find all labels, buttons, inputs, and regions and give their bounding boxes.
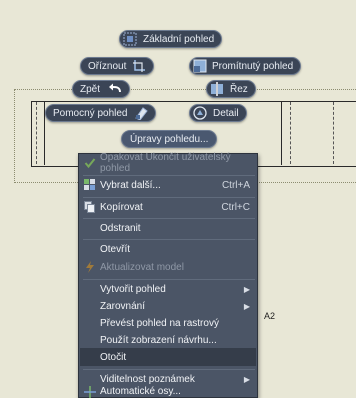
centerline-icon [80, 386, 100, 398]
view-boundary-left [14, 89, 15, 183]
projected-view-button[interactable]: Promítnutý pohled [189, 57, 302, 75]
hidden-line [290, 102, 291, 164]
menu-item-convert-raster[interactable]: Převést pohled na rastrový [80, 314, 256, 332]
back-label: Zpět [80, 83, 101, 95]
menu-item-rotate[interactable]: Otočit [80, 348, 256, 366]
copy-icon [80, 201, 100, 213]
menu-item-update-model: Aktualizovat model [80, 258, 256, 276]
base-view-icon [123, 32, 137, 46]
auxiliary-view-icon [134, 106, 148, 120]
edit-view-label: Úpravy pohledu... [130, 133, 209, 145]
section-view-icon [210, 82, 224, 96]
auxiliary-view-button[interactable]: Pomocný pohled [45, 104, 156, 122]
menu-item-select-more[interactable]: Vybrat další... Ctrl+A [80, 176, 256, 194]
view-boundary-top [14, 89, 356, 90]
back-arrow-icon [108, 82, 122, 96]
menu-item-open[interactable]: Otevřít [80, 240, 256, 258]
crop-icon [132, 59, 146, 73]
menu-item-alignment[interactable]: Zarovnání ▶ [80, 297, 256, 315]
back-button[interactable]: Zpět [72, 80, 131, 98]
select-grid-icon [80, 179, 100, 191]
submenu-arrow-icon: ▶ [243, 374, 250, 384]
projected-view-label: Promítnutý pohled [212, 60, 294, 72]
section-label: Řez [230, 83, 248, 95]
sheet-zone-label: A2 [264, 311, 276, 321]
context-menu: Opakovat Ukončit uživatelský pohled Vybr… [78, 152, 258, 398]
menu-item-repeat: Opakovat Ukončit uživatelský pohled [80, 152, 256, 174]
detail-label: Detail [213, 107, 239, 119]
projected-view-icon [193, 59, 207, 73]
detail-view-icon [193, 106, 207, 120]
crop-label: Oříznout [88, 60, 127, 72]
menu-item-automatic-centerlines[interactable]: Automatické osy... [80, 386, 256, 398]
auxiliary-view-label: Pomocný pohled [53, 107, 128, 119]
menu-item-use-design-view[interactable]: Použít zobrazení návrhu... [80, 331, 256, 349]
crop-button[interactable]: Oříznout [80, 57, 155, 75]
base-view-label: Základní pohled [143, 33, 215, 45]
checkmark-icon [80, 157, 100, 169]
menu-item-delete[interactable]: Odstranit [80, 219, 256, 237]
section-button[interactable]: Řez [206, 80, 256, 98]
submenu-arrow-icon: ▶ [243, 301, 250, 311]
base-view-button[interactable]: Základní pohled [119, 30, 223, 48]
detail-button[interactable]: Detail [189, 104, 247, 122]
hidden-line [36, 102, 37, 164]
hidden-line [333, 102, 334, 164]
lightning-icon [80, 261, 100, 273]
edit-view-button[interactable]: Úpravy pohledu... [121, 130, 218, 148]
menu-item-create-view[interactable]: Vytvořit pohled ▶ [80, 280, 256, 298]
submenu-arrow-icon: ▶ [243, 284, 250, 294]
menu-item-copy[interactable]: Kopírovat Ctrl+C [80, 198, 256, 216]
